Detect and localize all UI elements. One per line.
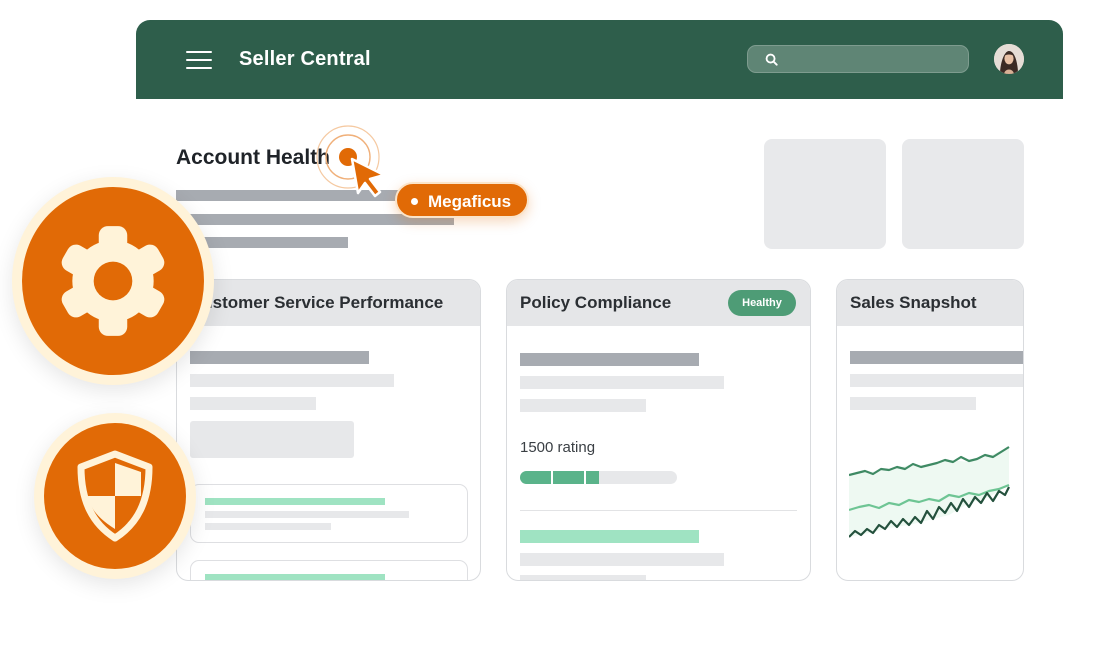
card-header: Customer Service Performance xyxy=(177,280,480,326)
menu-icon[interactable] xyxy=(186,51,212,71)
seller-central-window: Seller Central Account Health Customer S… xyxy=(136,20,1063,640)
card-customer-service-performance[interactable]: Customer Service Performance xyxy=(176,279,481,581)
search-input[interactable] xyxy=(788,49,962,71)
avatar-picture xyxy=(994,44,1024,74)
cursor-pointer-icon xyxy=(316,125,386,198)
text-placeholder-line xyxy=(205,498,385,505)
list-item[interactable] xyxy=(190,484,468,543)
security-feature-badge xyxy=(34,413,196,579)
card-title: Customer Service Performance xyxy=(190,293,444,312)
collaborator-name-tag: Megaficus xyxy=(395,182,529,218)
text-placeholder-line xyxy=(520,575,646,580)
text-placeholder-line xyxy=(205,523,331,530)
text-placeholder-line xyxy=(190,351,369,364)
settings-feature-badge xyxy=(12,177,214,385)
sales-trend-chart xyxy=(849,446,1010,538)
list-item[interactable] xyxy=(190,560,468,580)
text-placeholder-line xyxy=(520,553,724,566)
text-placeholder-line xyxy=(850,397,976,410)
text-placeholder-line xyxy=(850,351,1023,364)
card-header: Policy Compliance Healthy xyxy=(507,280,810,326)
search-icon xyxy=(765,53,778,66)
presence-dot xyxy=(411,198,418,205)
card-sales-snapshot[interactable]: Sales Snapshot xyxy=(836,279,1024,581)
rating-progress-fill xyxy=(520,471,599,484)
shield-icon xyxy=(77,450,153,542)
card-title: Sales Snapshot xyxy=(850,293,977,312)
text-placeholder-line xyxy=(190,374,394,387)
text-placeholder-line xyxy=(520,376,724,389)
text-placeholder-line xyxy=(520,530,699,543)
avatar[interactable] xyxy=(994,44,1024,74)
text-placeholder-line xyxy=(520,353,699,366)
collaborator-cursor xyxy=(314,125,388,204)
summary-tile[interactable] xyxy=(902,139,1024,249)
brand-title: Seller Central xyxy=(239,48,371,70)
text-placeholder-line xyxy=(520,399,646,412)
section-divider xyxy=(520,510,797,511)
collaborator-name: Megaficus xyxy=(428,192,512,211)
text-placeholder-line xyxy=(205,511,409,518)
rating-label: 1500 rating xyxy=(520,439,596,456)
card-title: Policy Compliance xyxy=(520,293,672,312)
text-placeholder-line xyxy=(850,374,1023,387)
status-badge: Healthy xyxy=(728,290,796,316)
content-placeholder-block xyxy=(190,421,354,458)
text-placeholder-line xyxy=(205,574,385,580)
page-title: Account Health xyxy=(176,146,331,169)
card-policy-compliance[interactable]: Policy Compliance Healthy 1500 rating xyxy=(506,279,811,581)
rating-progress-bar xyxy=(520,471,677,484)
top-navigation-bar: Seller Central xyxy=(136,20,1063,99)
search-box[interactable] xyxy=(747,45,969,73)
text-placeholder-line xyxy=(190,397,316,410)
summary-tile[interactable] xyxy=(764,139,886,249)
card-header: Sales Snapshot xyxy=(837,280,1023,326)
gear-icon xyxy=(61,226,165,336)
